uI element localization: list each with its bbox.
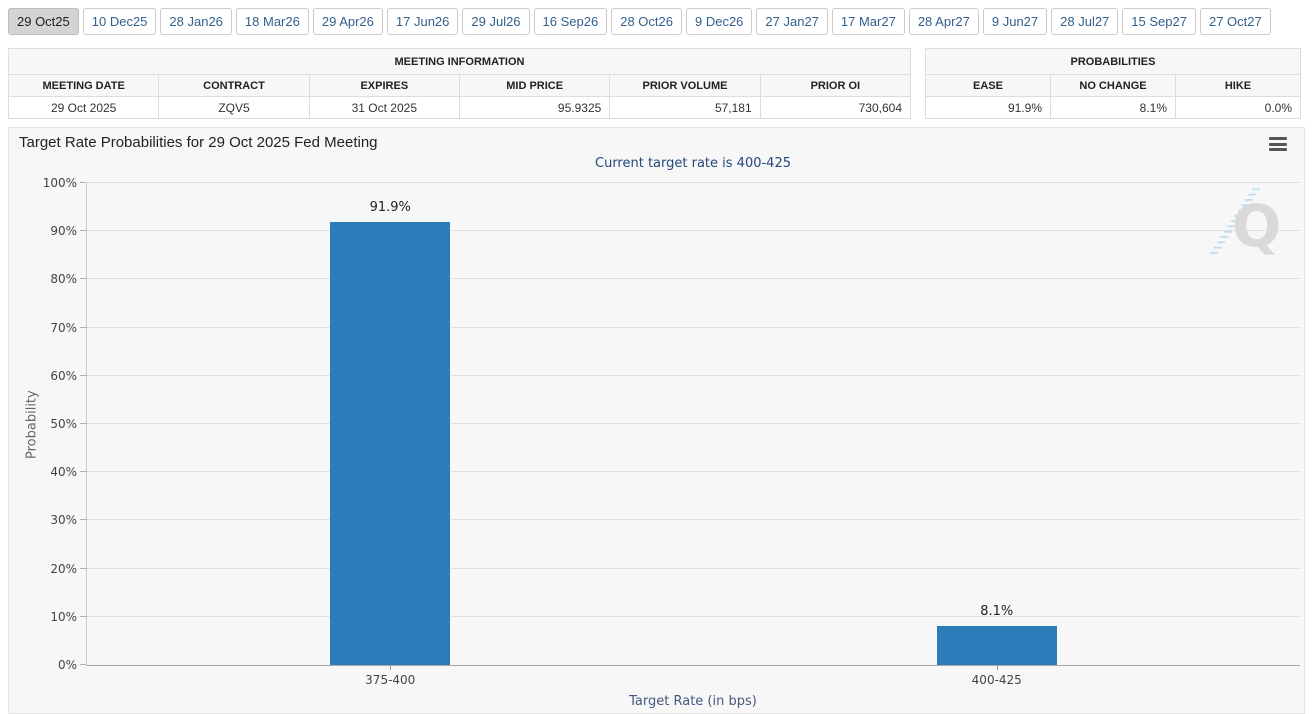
q-watermark-icon: Q — [1210, 184, 1286, 260]
y-axis-tick-mark — [80, 568, 86, 569]
tab-17-jun26[interactable]: 17 Jun26 — [387, 8, 459, 35]
no-change-value: 8.1% — [1051, 97, 1176, 119]
y-axis-tick-mark — [80, 471, 86, 472]
y-axis-tick-label: 40% — [50, 465, 77, 479]
y-axis-tick-mark — [80, 375, 86, 376]
tab-10-dec25[interactable]: 10 Dec25 — [83, 8, 157, 35]
gridline — [87, 278, 1300, 279]
tab-29-oct25[interactable]: 29 Oct25 — [8, 8, 79, 35]
col-no-change: NO CHANGE — [1051, 75, 1176, 97]
x-axis-tick-label: 375-400 — [330, 673, 450, 687]
col-contract: CONTRACT — [159, 75, 309, 97]
gridline — [87, 568, 1300, 569]
y-axis-tick-label: 60% — [50, 369, 77, 383]
meeting-information-table: MEETING INFORMATION MEETING DATE CONTRAC… — [8, 48, 911, 119]
y-axis-tick-mark — [80, 230, 86, 231]
x-axis-tick-mark — [390, 665, 391, 670]
y-axis-tick-label: 50% — [50, 417, 77, 431]
y-axis-tick-label: 100% — [43, 176, 77, 190]
col-prior-volume: PRIOR VOLUME — [610, 75, 760, 97]
fedwatch-page: 29 Oct25 10 Dec25 28 Jan26 18 Mar26 29 A… — [0, 0, 1313, 714]
expires-value: 31 Oct 2025 — [309, 97, 459, 119]
prior-volume-value: 57,181 — [610, 97, 760, 119]
y-axis-tick-mark — [80, 519, 86, 520]
gridline — [87, 375, 1300, 376]
col-prior-oi: PRIOR OI — [760, 75, 910, 97]
hamburger-bar — [1269, 137, 1287, 140]
tab-29-apr26[interactable]: 29 Apr26 — [313, 8, 383, 35]
hike-value: 0.0% — [1176, 97, 1301, 119]
col-meeting-date: MEETING DATE — [9, 75, 159, 97]
x-axis-tick-label: 400-425 — [937, 673, 1057, 687]
chart-subtitle: Current target rate is 400-425 — [86, 156, 1300, 171]
prior-oi-value: 730,604 — [760, 97, 910, 119]
bar-375-400[interactable] — [330, 222, 450, 665]
tab-17-mar27[interactable]: 17 Mar27 — [832, 8, 905, 35]
tab-28-apr27[interactable]: 28 Apr27 — [909, 8, 979, 35]
tab-9-jun27[interactable]: 9 Jun27 — [983, 8, 1047, 35]
gridline — [87, 230, 1300, 231]
y-axis-tick-mark — [80, 327, 86, 328]
chart-title: Target Rate Probabilities for 29 Oct 202… — [19, 134, 378, 151]
y-axis-tick-label: 20% — [50, 562, 77, 576]
tab-18-mar26[interactable]: 18 Mar26 — [236, 8, 309, 35]
mid-price-value: 95.9325 — [459, 97, 609, 119]
gridline — [87, 519, 1300, 520]
col-expires: EXPIRES — [309, 75, 459, 97]
y-axis-tick-label: 10% — [50, 610, 77, 624]
bar-value-label: 8.1% — [937, 604, 1057, 619]
col-mid-price: MID PRICE — [459, 75, 609, 97]
bar-400-425[interactable] — [937, 626, 1057, 665]
tab-15-sep27[interactable]: 15 Sep27 — [1122, 8, 1196, 35]
y-axis-tick-mark — [80, 616, 86, 617]
info-tables: MEETING INFORMATION MEETING DATE CONTRAC… — [8, 48, 1301, 119]
tab-27-oct27[interactable]: 27 Oct27 — [1200, 8, 1271, 35]
y-axis-tick-label: 70% — [50, 321, 77, 335]
quikstrike-q-watermark: Q — [1210, 184, 1286, 260]
meeting-information-title: MEETING INFORMATION — [9, 49, 911, 75]
contract-value: ZQV5 — [159, 97, 309, 119]
y-axis-tick-label: 0% — [58, 658, 77, 672]
y-axis-tick-label: 30% — [50, 513, 77, 527]
meeting-date-value: 29 Oct 2025 — [9, 97, 159, 119]
gridline — [87, 471, 1300, 472]
target-rate-chart-panel: Target Rate Probabilities for 29 Oct 202… — [8, 127, 1305, 714]
y-axis-tick-label: 90% — [50, 224, 77, 238]
col-ease: EASE — [926, 75, 1051, 97]
tab-28-jan26[interactable]: 28 Jan26 — [160, 8, 232, 35]
ease-value: 91.9% — [926, 97, 1051, 119]
gridline — [87, 327, 1300, 328]
y-axis-tick-mark — [80, 278, 86, 279]
hamburger-menu-icon[interactable] — [1269, 137, 1287, 151]
gridline — [87, 616, 1300, 617]
probabilities-table: PROBABILITIES EASE NO CHANGE HIKE 91.9% … — [925, 48, 1301, 119]
bar-value-label: 91.9% — [330, 200, 450, 215]
y-axis-tick-mark — [80, 423, 86, 424]
plot-area: 0%10%20%30%40%50%60%70%80%90%100%91.9%37… — [86, 183, 1300, 666]
tab-28-oct26[interactable]: 28 Oct26 — [611, 8, 682, 35]
probabilities-title: PROBABILITIES — [926, 49, 1301, 75]
tab-28-jul27[interactable]: 28 Jul27 — [1051, 8, 1118, 35]
x-axis-title: Target Rate (in bps) — [86, 694, 1300, 709]
y-axis-tick-label: 80% — [50, 272, 77, 286]
tab-9-dec26[interactable]: 9 Dec26 — [686, 8, 752, 35]
y-axis-tick-mark — [80, 182, 86, 183]
svg-text:Q: Q — [1232, 192, 1281, 260]
meeting-date-tabs: 29 Oct25 10 Dec25 28 Jan26 18 Mar26 29 A… — [8, 8, 1271, 35]
hamburger-bar — [1269, 143, 1287, 146]
col-hike: HIKE — [1176, 75, 1301, 97]
gridline — [87, 423, 1300, 424]
gridline — [87, 182, 1300, 183]
tab-16-sep26[interactable]: 16 Sep26 — [534, 8, 608, 35]
hamburger-bar — [1269, 148, 1287, 151]
y-axis-title: Probability — [23, 183, 41, 666]
x-axis-tick-mark — [997, 665, 998, 670]
tab-29-jul26[interactable]: 29 Jul26 — [462, 8, 529, 35]
y-axis-tick-mark — [80, 664, 86, 665]
tab-27-jan27[interactable]: 27 Jan27 — [756, 8, 828, 35]
